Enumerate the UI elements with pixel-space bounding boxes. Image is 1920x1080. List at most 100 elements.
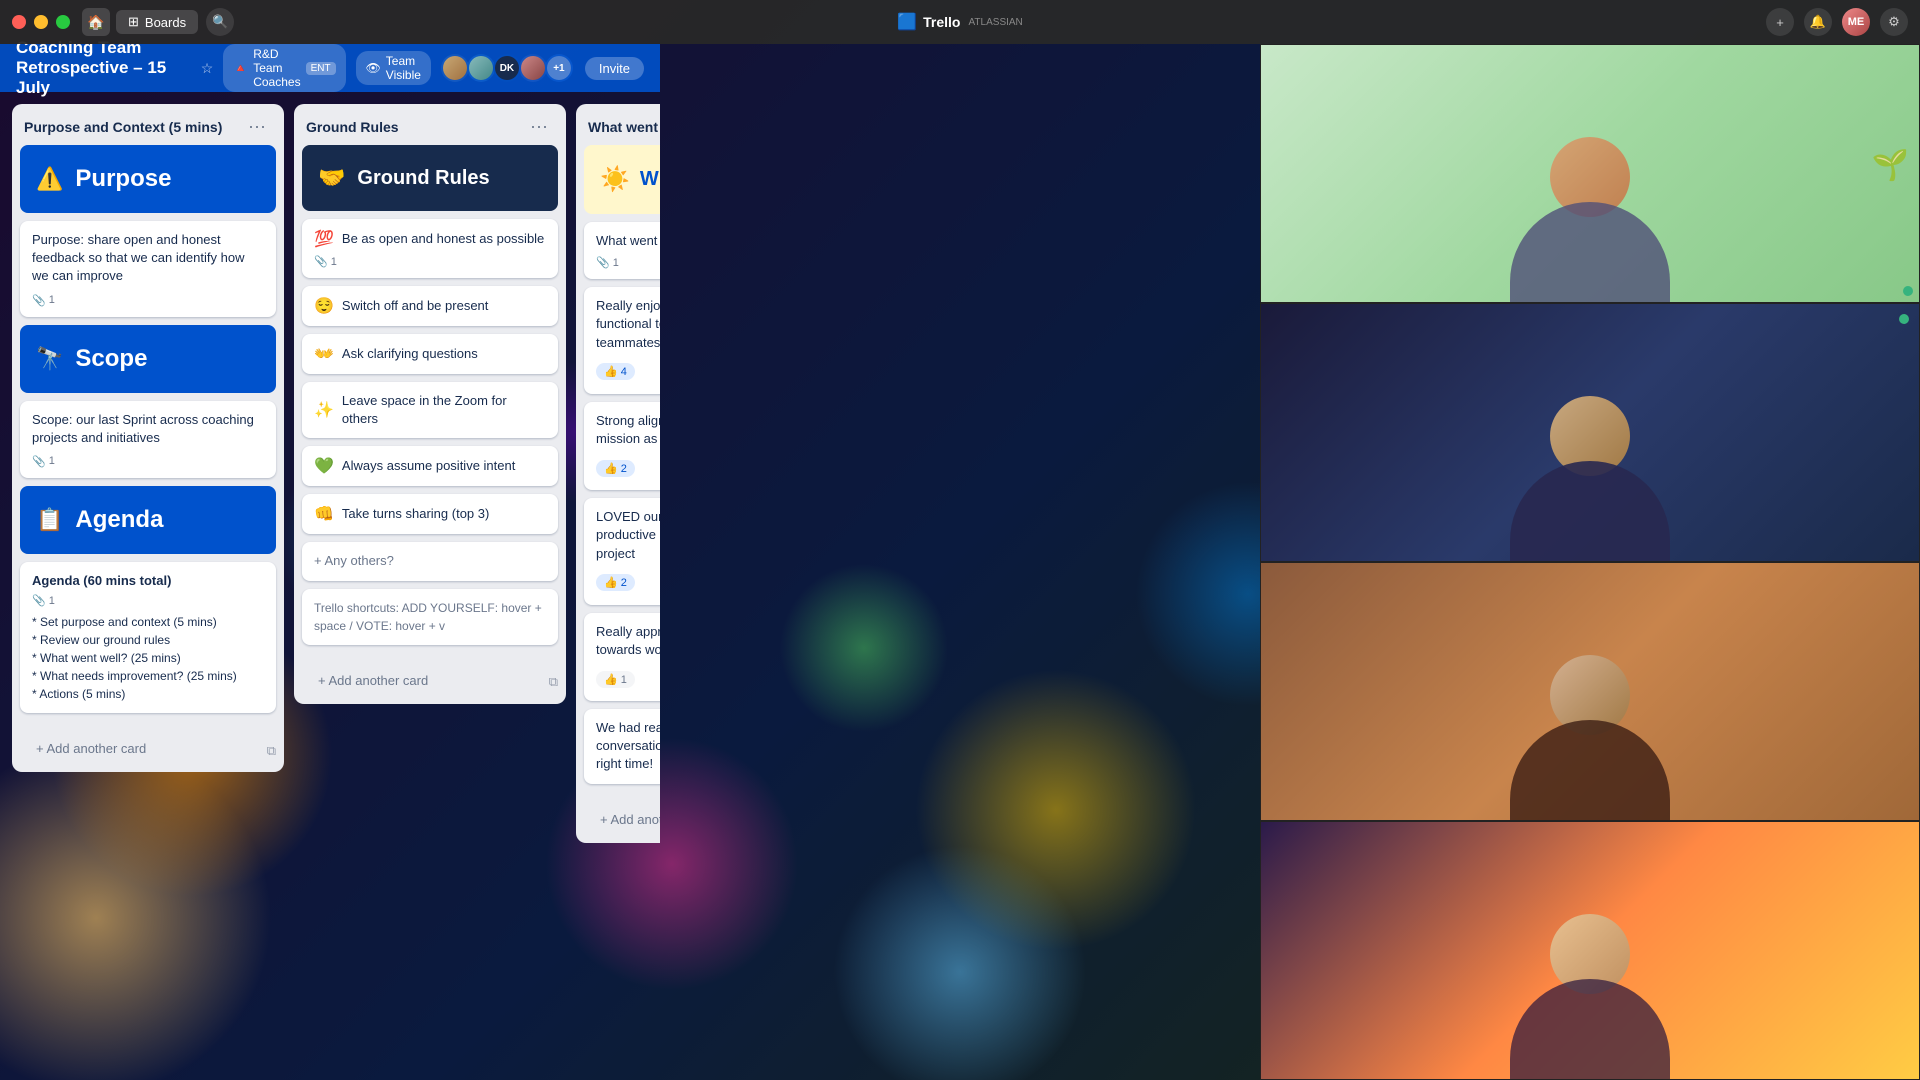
scope-attachment: 📎 1 [32,455,55,468]
card-purpose-text[interactable]: Purpose: share open and honest feedback … [20,221,276,317]
member-avatar-1[interactable] [441,54,469,82]
card-agenda-hero[interactable]: 📋 Agenda [20,486,276,554]
invite-button[interactable]: Invite [585,57,644,80]
agenda-title: Agenda [75,506,163,534]
board-header: Coaching Team Retrospective – 15 July ☆ … [0,44,660,92]
minimize-button[interactable] [34,15,48,29]
board-title: Coaching Team Retrospective – 15 July [16,38,191,98]
card-wwwell-alignment[interactable]: Strong alignment to our purpose and miss… [584,402,660,490]
column-menu-purpose[interactable]: ··· [242,114,272,139]
gr-emoji-2: 😌 [314,296,334,316]
scope-text: Scope: our last Sprint across coaching p… [32,411,264,447]
titlebar-right: + 🔔 ME ⚙ [1766,8,1908,36]
add-card-button-purpose[interactable]: + Add another card [24,733,158,764]
member-avatar-2[interactable] [467,54,495,82]
atlassian-label: ATLASSIAN [969,17,1023,28]
card-scope-text[interactable]: Scope: our last Sprint across coaching p… [20,401,276,478]
copy-button-purpose[interactable]: ⧉ [267,743,276,759]
vote-badge-cf[interactable]: 👍 4 [596,363,635,380]
gr-emoji-4: ✨ [314,400,334,420]
video-cell-3 [1260,562,1920,821]
wwwell-kickoff-text: LOVED our project kickoff – super produc… [596,508,660,563]
member-avatar-plus[interactable]: +1 [545,54,573,82]
gr-text-2: Switch off and be present [342,297,488,315]
home-button[interactable]: 🏠 [82,8,110,36]
card-gr-turns[interactable]: 👊 Take turns sharing (top 3) [302,494,558,534]
gr-emoji-5: 💚 [314,456,334,476]
settings-button[interactable]: ⚙ [1880,8,1908,36]
groundrules-title: Ground Rules [357,167,489,190]
column-title-groundrules: Ground Rules [306,119,524,135]
card-wwwell-kickoff[interactable]: LOVED our project kickoff – super produc… [584,498,660,605]
gr-attachment-1: 📎 1 [314,255,337,268]
workspace-icon: 🔺 [233,61,248,75]
column-purpose-context: Purpose and Context (5 mins) ··· ⚠️ Purp… [12,104,284,772]
card-gr-shortcuts: Trello shortcuts: ADD YOURSELF: hover + … [302,589,558,645]
workspace-badge[interactable]: 🔺 R&D Team Coaches ENT [223,44,345,92]
star-button[interactable]: ☆ [201,60,214,77]
card-agenda-text[interactable]: Agenda (60 mins total) 📎 1 * Set purpose… [20,562,276,713]
card-gr-honest[interactable]: 💯 Be as open and honest as possible 📎 1 [302,219,558,278]
add-card-button-wwwell[interactable]: + Add another card [588,804,660,835]
card-wwwell-conversations[interactable]: We had really productive, but tough conv… [584,709,660,784]
search-button[interactable]: 🔍 [206,8,234,36]
traffic-lights [12,15,70,29]
wwwell-worklife-text: Really appreciate everyone's respect tow… [596,623,660,659]
agenda-attachment: 📎 1 [32,594,55,607]
video-cell-4 [1260,821,1920,1080]
wwwell-attachment: 📎 1 [596,256,619,269]
vote-badge-kickoff[interactable]: 👍 2 [596,574,635,591]
visibility-label: Team Visible [386,54,421,82]
status-dot-1 [1903,286,1913,296]
notification-bell[interactable]: 🔔 [1804,8,1832,36]
member-avatar-dk[interactable]: DK [493,54,521,82]
paperclip-icon-2: 📎 [32,455,46,468]
boards-nav-button[interactable]: ⊞ Boards [116,10,198,34]
column-menu-groundrules[interactable]: ··· [524,114,554,139]
vote-badge-alignment[interactable]: 👍 2 [596,460,635,477]
trello-icon: 🟦 [897,12,917,32]
agenda-emoji: 📋 [36,507,63,533]
boards-label: Boards [145,15,186,30]
paperclip-icon: 📎 [32,294,46,307]
agenda-item-5: * Actions (5 mins) [32,685,264,703]
card-gr-clarify[interactable]: 👐 Ask clarifying questions [302,334,558,374]
gr-emoji-6: 👊 [314,504,334,524]
card-wwwell-hero[interactable]: ☀️ What went well? [584,145,660,214]
wwwell-title: What went well? [640,168,660,191]
card-wwwell-crossfunctional[interactable]: Really enjoyed working as a cross-functi… [584,287,660,394]
close-button[interactable] [12,15,26,29]
card-gr-space[interactable]: ✨ Leave space in the Zoom for others [302,382,558,438]
column-ground-rules: Ground Rules ··· 🤝 Ground Rules 💯 Be as … [294,104,566,704]
agenda-item-1: * Set purpose and context (5 mins) [32,613,264,631]
maximize-button[interactable] [56,15,70,29]
user-avatar[interactable]: ME [1842,8,1870,36]
gr-text-4: Leave space in the Zoom for others [342,392,546,428]
card-scope-hero[interactable]: 🔭 Scope [20,325,276,393]
vote-badge-worklife[interactable]: 👍 1 [596,671,635,688]
visibility-badge[interactable]: 👁 Team Visible [356,51,431,85]
gr-text-5: Always assume positive intent [342,457,515,475]
card-gr-positive[interactable]: 💚 Always assume positive intent [302,446,558,486]
card-groundrules-hero[interactable]: 🤝 Ground Rules [302,145,558,211]
paperclip-icon-gr1: 📎 [314,255,328,268]
column-title-wwwell: What went well? (10 mins) [588,119,660,135]
add-button[interactable]: + [1766,8,1794,36]
card-purpose-hero[interactable]: ⚠️ Purpose [20,145,276,213]
card-gr-others[interactable]: + Any others? [302,542,558,580]
card-wwwell-main[interactable]: What went well? 📎 1 [584,222,660,279]
card-gr-switchoff[interactable]: 😌 Switch off and be present [302,286,558,326]
add-card-button-groundrules[interactable]: + Add another card [306,665,440,696]
purpose-title: Purpose [75,165,171,193]
purpose-attachment: 📎 1 [32,294,55,307]
paperclip-icon-wwwell: 📎 [596,256,610,269]
ent-label: ENT [306,62,336,75]
member-avatar-4[interactable] [519,54,547,82]
card-wwwell-worklife[interactable]: Really appreciate everyone's respect tow… [584,613,660,701]
paperclip-icon-3: 📎 [32,594,46,607]
agenda-item-3: * What went well? (25 mins) [32,649,264,667]
copy-button-groundrules[interactable]: ⧉ [549,674,558,690]
workspace-label: R&D Team Coaches [253,47,300,89]
column-cards-wwwell: ☀️ What went well? What went well? 📎 1 R… [576,145,660,800]
column-header-groundrules: Ground Rules ··· [294,104,566,145]
